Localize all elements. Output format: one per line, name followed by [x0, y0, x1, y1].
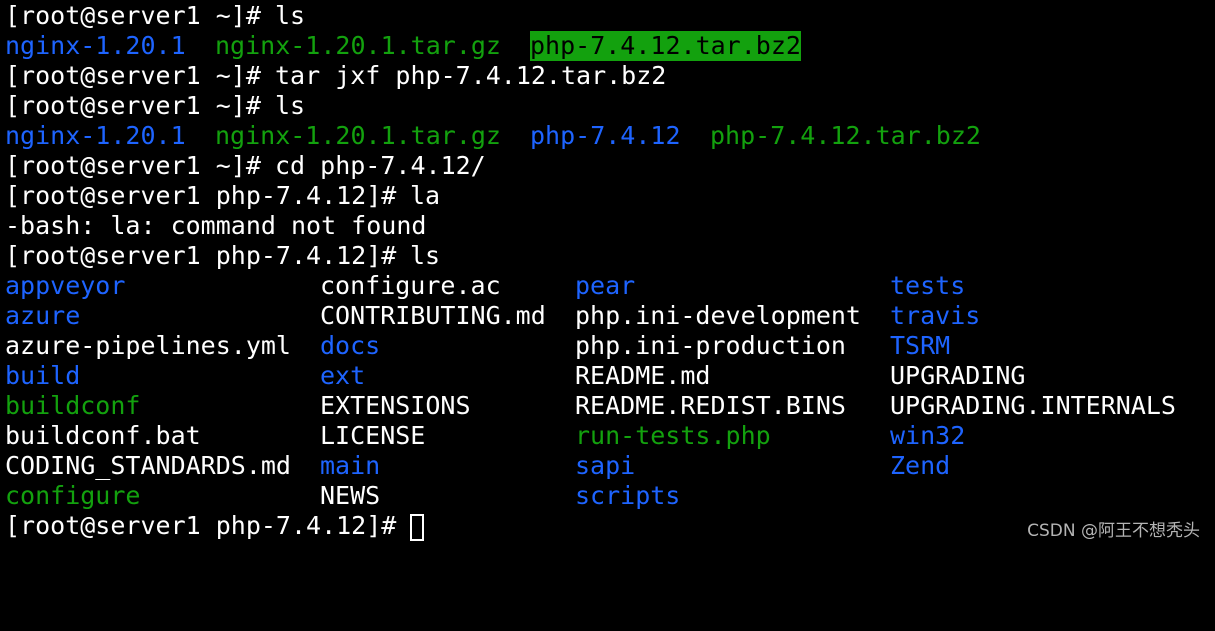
shell-prompt: [root@server1 php-7.4.12]#: [5, 181, 412, 210]
file-entry: README.md: [575, 361, 711, 390]
csdn-watermark: CSDN @阿王不想秃头: [1027, 521, 1200, 541]
directory-entry: TSRM: [890, 331, 951, 360]
directory-entry: main: [320, 451, 381, 480]
archive-entry: nginx-1.20.1.tar.gz: [215, 121, 501, 150]
command-text: cd php-7.4.12/: [275, 151, 486, 180]
directory-entry: azure: [5, 301, 81, 330]
shell-prompt: [root@server1 ~]#: [5, 151, 276, 180]
terminal-line: [root@server1 php-7.4.12]# ls: [5, 241, 440, 271]
file-entry: README.REDIST.BINS: [575, 391, 846, 420]
shell-prompt: [root@server1 php-7.4.12]#: [5, 511, 412, 540]
executable-entry: configure: [5, 481, 141, 510]
terminal-window[interactable]: [root@server1 ~]# ls nginx-1.20.1 nginx-…: [5, 1, 1210, 549]
directory-entry: tests: [890, 271, 966, 300]
archive-entry: php-7.4.12.tar.bz2: [710, 121, 981, 150]
file-entry: configure.ac: [320, 271, 501, 300]
directory-entry: travis: [890, 301, 981, 330]
file-entry: EXTENSIONS: [320, 391, 471, 420]
command-text: ls: [275, 91, 306, 120]
shell-prompt: [root@server1 php-7.4.12]#: [5, 241, 412, 270]
directory-entry: docs: [320, 331, 381, 360]
executable-entry: run-tests.php: [575, 421, 771, 450]
executable-entry: buildconf: [5, 391, 141, 420]
listing-row: azure CONTRIBUTING.md php.ini-developmen…: [5, 301, 980, 331]
terminal-line: -bash: la: command not found: [5, 211, 426, 241]
command-text: la: [410, 181, 441, 210]
terminal-line: [root@server1 ~]# tar jxf php-7.4.12.tar…: [5, 61, 666, 91]
directory-entry: pear: [575, 271, 636, 300]
directory-entry: build: [5, 361, 81, 390]
terminal-line: [root@server1 ~]# ls: [5, 91, 305, 121]
file-entry: azure-pipelines.yml: [5, 331, 291, 360]
command-text: tar jxf php-7.4.12.tar.bz2: [275, 61, 667, 90]
file-entry: LICENSE: [320, 421, 426, 450]
directory-entry: nginx-1.20.1: [5, 121, 186, 150]
directory-entry: sapi: [575, 451, 636, 480]
error-output: -bash: la: command not found: [5, 211, 427, 240]
file-entry: CONTRIBUTING.md: [320, 301, 546, 330]
listing-row: CODING_STANDARDS.md main sapi Zend: [5, 451, 950, 481]
file-entry: UPGRADING.INTERNALS: [890, 391, 1176, 420]
shell-prompt: [root@server1 ~]#: [5, 91, 276, 120]
directory-entry: Zend: [890, 451, 951, 480]
listing-row: buildconf.bat LICENSE run-tests.php win3…: [5, 421, 965, 451]
terminal-line: [root@server1 ~]# ls: [5, 1, 305, 31]
file-entry: UPGRADING: [890, 361, 1026, 390]
text-cursor[interactable]: [410, 514, 424, 541]
file-entry: NEWS: [320, 481, 381, 510]
terminal-line: [root@server1 php-7.4.12]#: [5, 511, 424, 541]
listing-row: configure NEWS scripts: [5, 481, 680, 511]
shell-prompt: [root@server1 ~]#: [5, 61, 276, 90]
directory-entry: nginx-1.20.1: [5, 31, 186, 60]
archive-entry: nginx-1.20.1.tar.gz: [215, 31, 501, 60]
listing-row: azure-pipelines.yml docs php.ini-product…: [5, 331, 950, 361]
listing-row: build ext README.md UPGRADING: [5, 361, 1025, 391]
terminal-line: nginx-1.20.1 nginx-1.20.1.tar.gz php-7.4…: [5, 121, 981, 151]
command-text: ls: [275, 1, 306, 30]
file-entry: buildconf.bat: [5, 421, 201, 450]
directory-entry: win32: [890, 421, 966, 450]
directory-entry: scripts: [575, 481, 681, 510]
terminal-line: [root@server1 ~]# cd php-7.4.12/: [5, 151, 486, 181]
command-text: ls: [410, 241, 441, 270]
terminal-line: nginx-1.20.1 nginx-1.20.1.tar.gz php-7.4…: [5, 31, 801, 61]
file-entry: php.ini-production: [575, 331, 846, 360]
terminal-line: [root@server1 php-7.4.12]# la: [5, 181, 440, 211]
directory-entry: appveyor: [5, 271, 126, 300]
highlighted-archive-entry: php-7.4.12.tar.bz2: [530, 31, 801, 61]
listing-row: buildconf EXTENSIONS README.REDIST.BINS …: [5, 391, 1176, 421]
file-entry: php.ini-development: [575, 301, 861, 330]
shell-prompt: [root@server1 ~]#: [5, 1, 276, 30]
file-entry: CODING_STANDARDS.md: [5, 451, 291, 480]
listing-row: appveyor configure.ac pear tests: [5, 271, 965, 301]
directory-entry: php-7.4.12: [530, 121, 681, 150]
directory-entry: ext: [320, 361, 366, 390]
